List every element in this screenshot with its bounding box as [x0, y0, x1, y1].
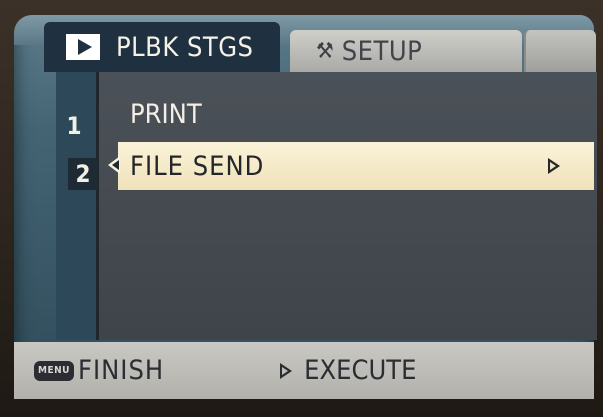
execute-hint-label: EXECUTE: [304, 355, 417, 386]
menu-index-2: 2: [68, 158, 98, 190]
footer-bar: MENU FINISH EXECUTE: [14, 342, 594, 399]
selection-left-arrow-inner: [112, 160, 119, 170]
menu-index-1: 1: [66, 112, 82, 140]
menu-button-icon: MENU: [34, 360, 74, 381]
menu-item-print[interactable]: PRINT: [130, 99, 202, 130]
menu-item-file-send[interactable]: FILE SEND: [118, 142, 594, 190]
tab-setup-label: SETUP: [341, 35, 423, 67]
submenu-right-arrow-icon: [548, 158, 560, 174]
tab-additional[interactable]: [524, 30, 596, 72]
tab-playback-settings-label: PLBK STGS: [116, 31, 254, 63]
play-icon: [66, 34, 100, 60]
tab-setup[interactable]: ⚒ SETUP: [290, 30, 522, 72]
finish-hint-label: FINISH: [78, 355, 165, 386]
execute-arrow-icon: [280, 362, 293, 379]
wrench-icon: ⚒: [316, 38, 334, 64]
menu-item-file-send-label: FILE SEND: [130, 150, 265, 182]
tab-playback-settings[interactable]: PLBK STGS: [44, 22, 280, 72]
